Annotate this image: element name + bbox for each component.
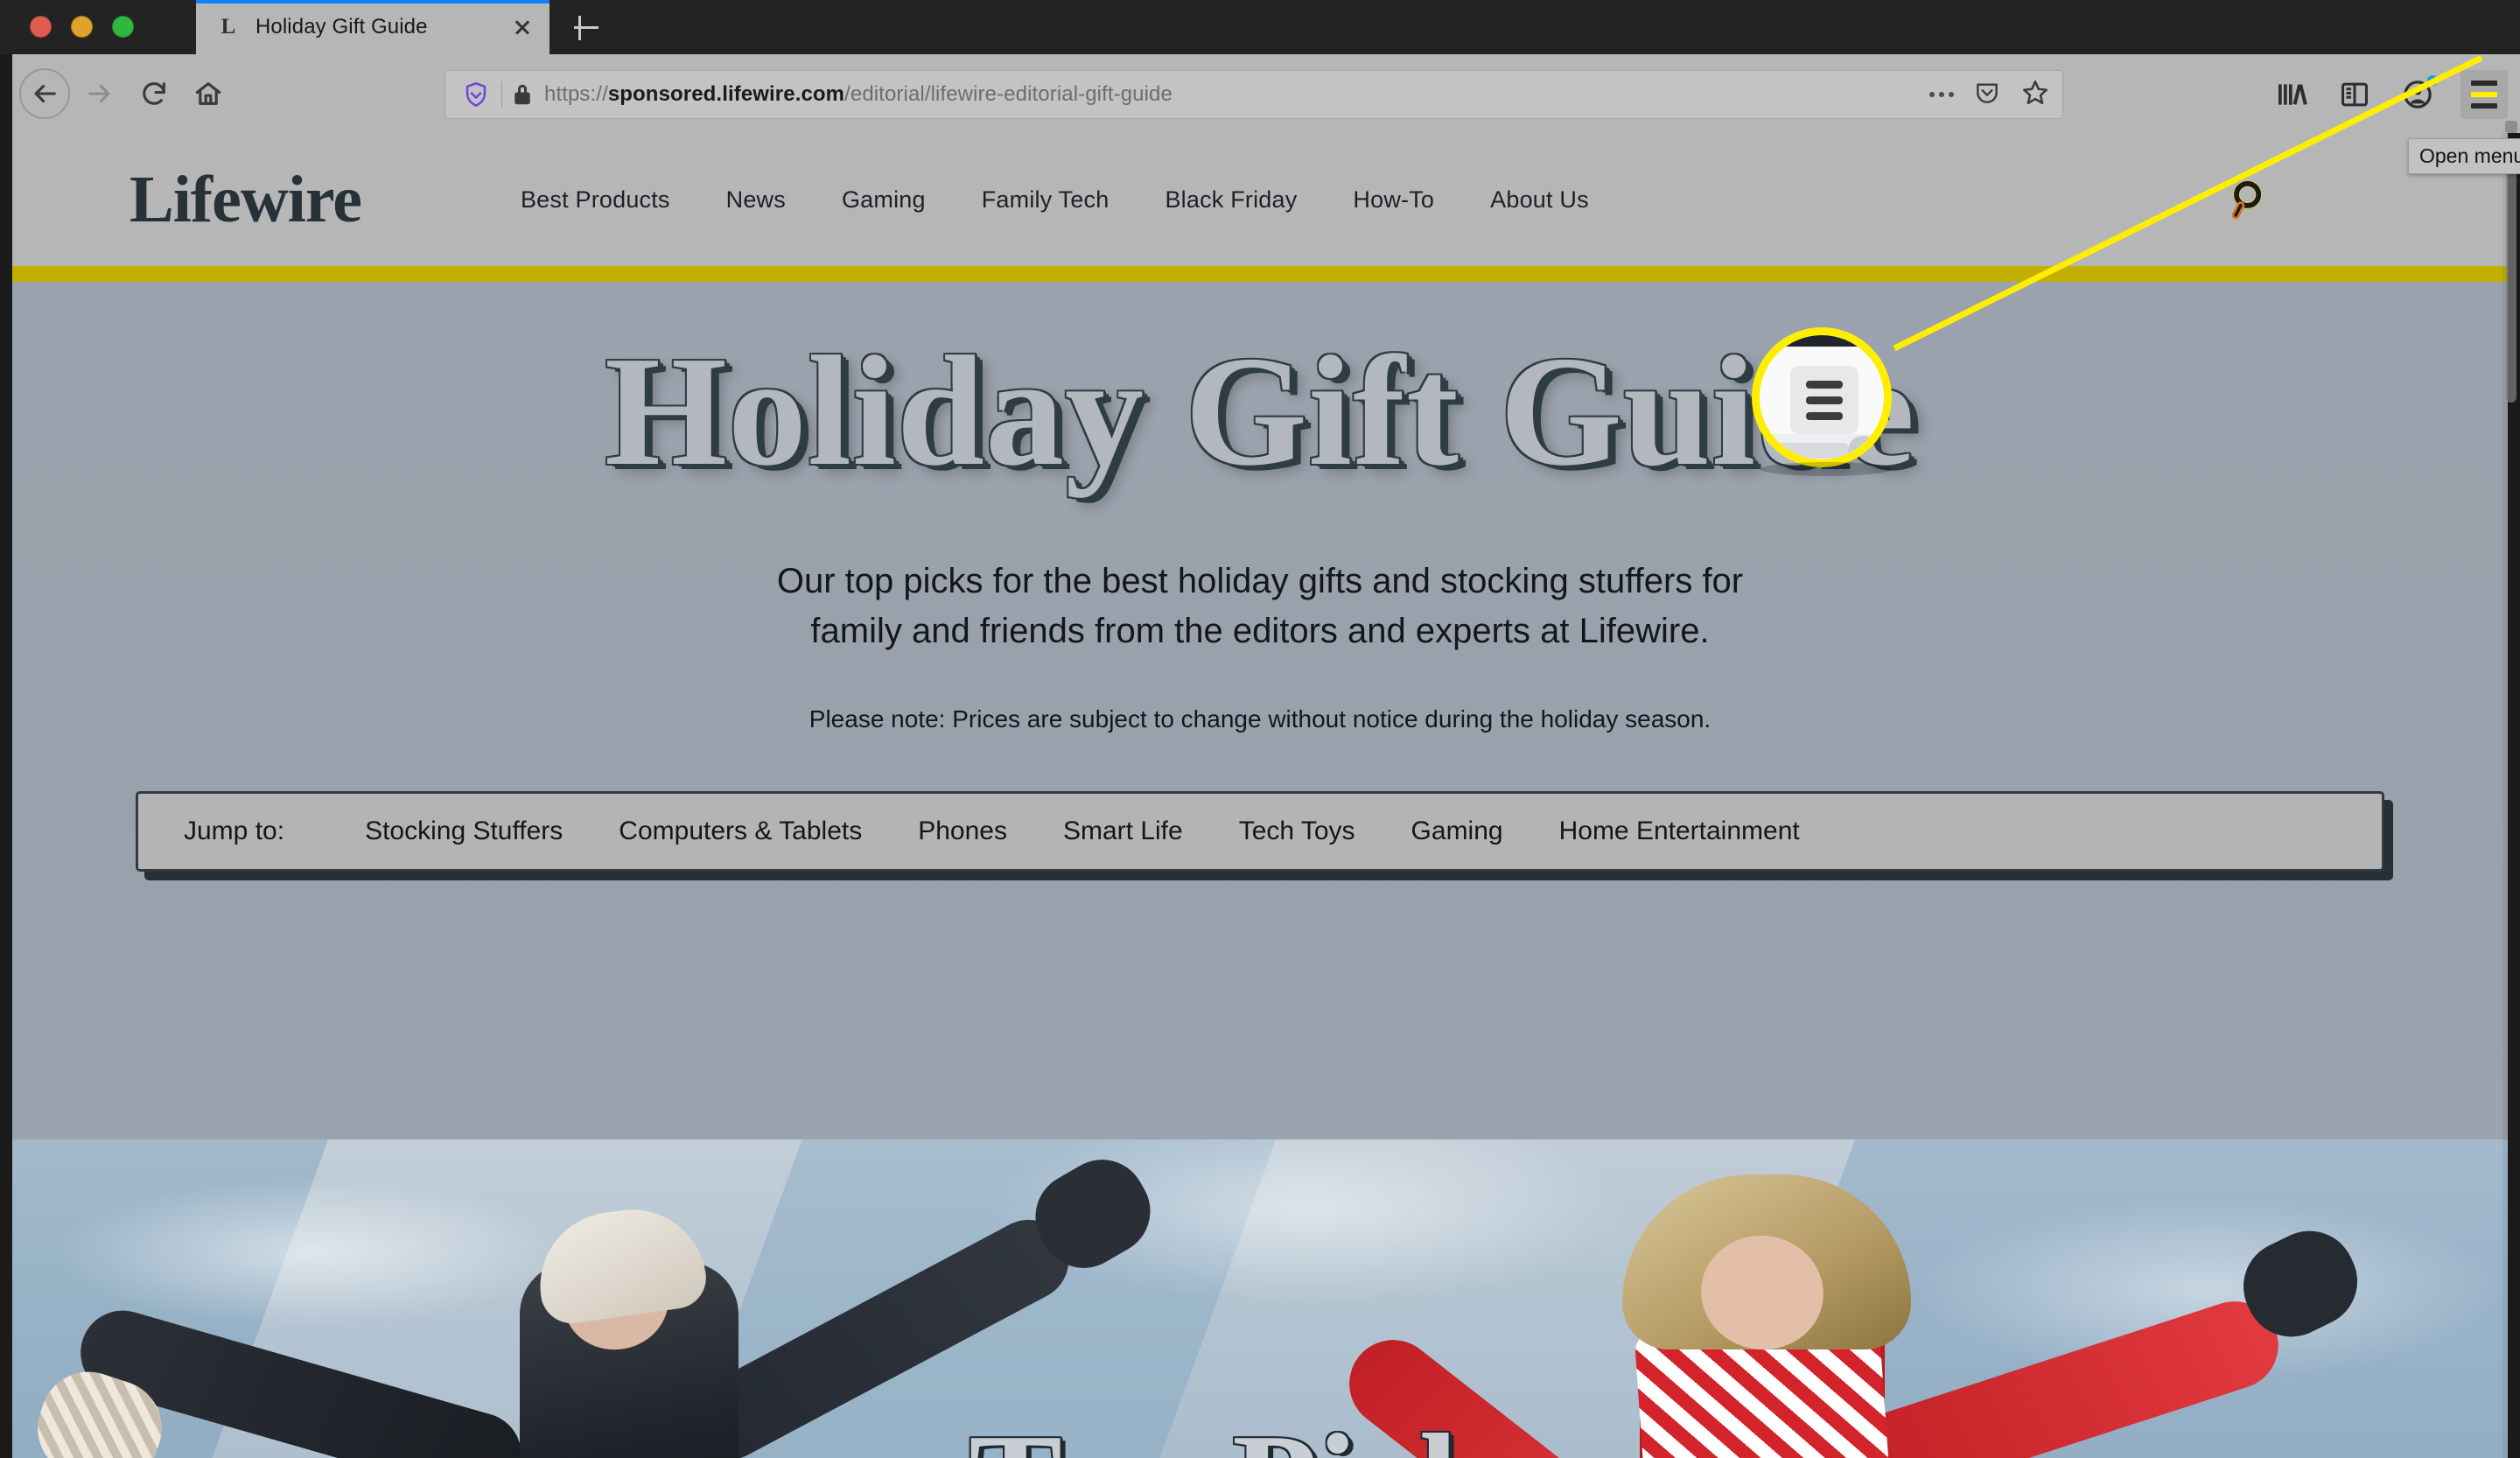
hero-section: Holiday Gift Guide Our top picks for the… (12, 282, 2508, 1139)
nav-item-about-us[interactable]: About Us (1462, 186, 1617, 214)
library-icon[interactable] (2272, 74, 2312, 115)
hero-price-note: Please note: Prices are subject to chang… (808, 704, 1712, 733)
site-header: Lifewire Best Products News Gaming Famil… (12, 133, 2508, 266)
screenshot-root: L Holiday Gift Guide https://sponsored.l… (0, 0, 2520, 1458)
hero-subtitle-line-2: family and friends from the editors and … (810, 611, 1710, 650)
close-tab-icon[interactable] (508, 12, 537, 42)
pocket-icon[interactable] (1973, 79, 2001, 111)
header-accent-bar (12, 266, 2508, 282)
jump-to-bar: Jump to: Stocking Stuffers Computers & T… (136, 790, 2384, 872)
nav-item-family-tech[interactable]: Family Tech (954, 186, 1138, 214)
scrollbar-thumb[interactable] (2506, 140, 2516, 403)
page-title: Holiday Gift Guide (604, 324, 1916, 498)
account-icon[interactable] (2398, 74, 2438, 115)
hero-photo: Top Picks (12, 1139, 2508, 1458)
padlock-icon[interactable] (511, 81, 534, 108)
site-navigation: Best Products News Gaming Family Tech Bl… (493, 186, 1617, 214)
title-bar: L Holiday Gift Guide (0, 0, 2520, 54)
jump-link-phones[interactable]: Phones (890, 817, 1035, 846)
hero-subtitle: Our top picks for the best holiday gifts… (648, 557, 1872, 656)
address-separator (501, 81, 502, 108)
tracking-shield-icon[interactable] (461, 80, 491, 109)
nav-item-how-to[interactable]: How-To (1325, 186, 1462, 214)
url-text: https://sponsored.lifewire.com/editorial… (544, 82, 1917, 107)
url-domain: sponsored.lifewire.com (607, 82, 845, 106)
search-magnifier-icon[interactable] (2225, 174, 2276, 225)
forward-button[interactable] (75, 69, 124, 118)
tab-title: Holiday Gift Guide (256, 15, 428, 39)
back-button[interactable] (19, 68, 70, 119)
site-logo[interactable]: Lifewire (130, 166, 362, 233)
tab-strip: L Holiday Gift Guide (0, 0, 2520, 54)
sidebar-icon[interactable] (2334, 74, 2375, 115)
hero-subtitle-line-1: Our top picks for the best holiday gifts… (776, 562, 1744, 600)
jump-link-home-entertainment[interactable]: Home Entertainment (1531, 817, 1828, 846)
jump-link-gaming[interactable]: Gaming (1383, 817, 1531, 846)
browser-chrome: L Holiday Gift Guide https://sponsored.l… (0, 0, 2520, 133)
address-bar-actions (1929, 78, 2050, 112)
jump-link-computers-tablets[interactable]: Computers & Tablets (591, 817, 890, 846)
new-tab-button[interactable] (567, 9, 606, 47)
address-bar[interactable]: https://sponsored.lifewire.com/editorial… (444, 70, 2063, 119)
url-path: /editorial/lifewire-editorial-gift-guide (844, 82, 1172, 106)
nav-item-news[interactable]: News (698, 186, 814, 214)
home-button[interactable] (184, 69, 233, 118)
page-actions-ellipsis-icon[interactable] (1929, 92, 1954, 97)
jump-link-tech-toys[interactable]: Tech Toys (1211, 817, 1383, 846)
reload-button[interactable] (130, 69, 178, 118)
url-scheme: https:// (544, 82, 608, 106)
jump-link-smart-life[interactable]: Smart Life (1035, 817, 1211, 846)
nav-item-black-friday[interactable]: Black Friday (1137, 186, 1325, 214)
scrollbar-up-arrow[interactable] (2505, 121, 2517, 133)
nav-item-gaming[interactable]: Gaming (814, 186, 954, 214)
browser-tab[interactable]: L Holiday Gift Guide (196, 0, 550, 54)
page-viewport: Lifewire Best Products News Gaming Famil… (12, 133, 2508, 1458)
navigation-toolbar: https://sponsored.lifewire.com/editorial… (0, 54, 2520, 133)
jump-link-stocking-stuffers[interactable]: Stocking Stuffers (337, 817, 591, 846)
nav-item-best-products[interactable]: Best Products (493, 186, 698, 214)
photo-overlay-title: Top Picks (12, 1412, 2508, 1458)
window-frame-left (0, 54, 12, 1458)
account-notification-badge (2427, 75, 2438, 86)
tab-favicon-icon: L (220, 15, 236, 39)
jump-to-label: Jump to: (184, 816, 285, 845)
browser-toolbar-right (2272, 70, 2508, 119)
hamburger-menu-icon[interactable] (2460, 70, 2508, 119)
bookmark-star-icon[interactable] (2020, 78, 2050, 112)
page-scrollbar[interactable] (2502, 121, 2520, 1458)
